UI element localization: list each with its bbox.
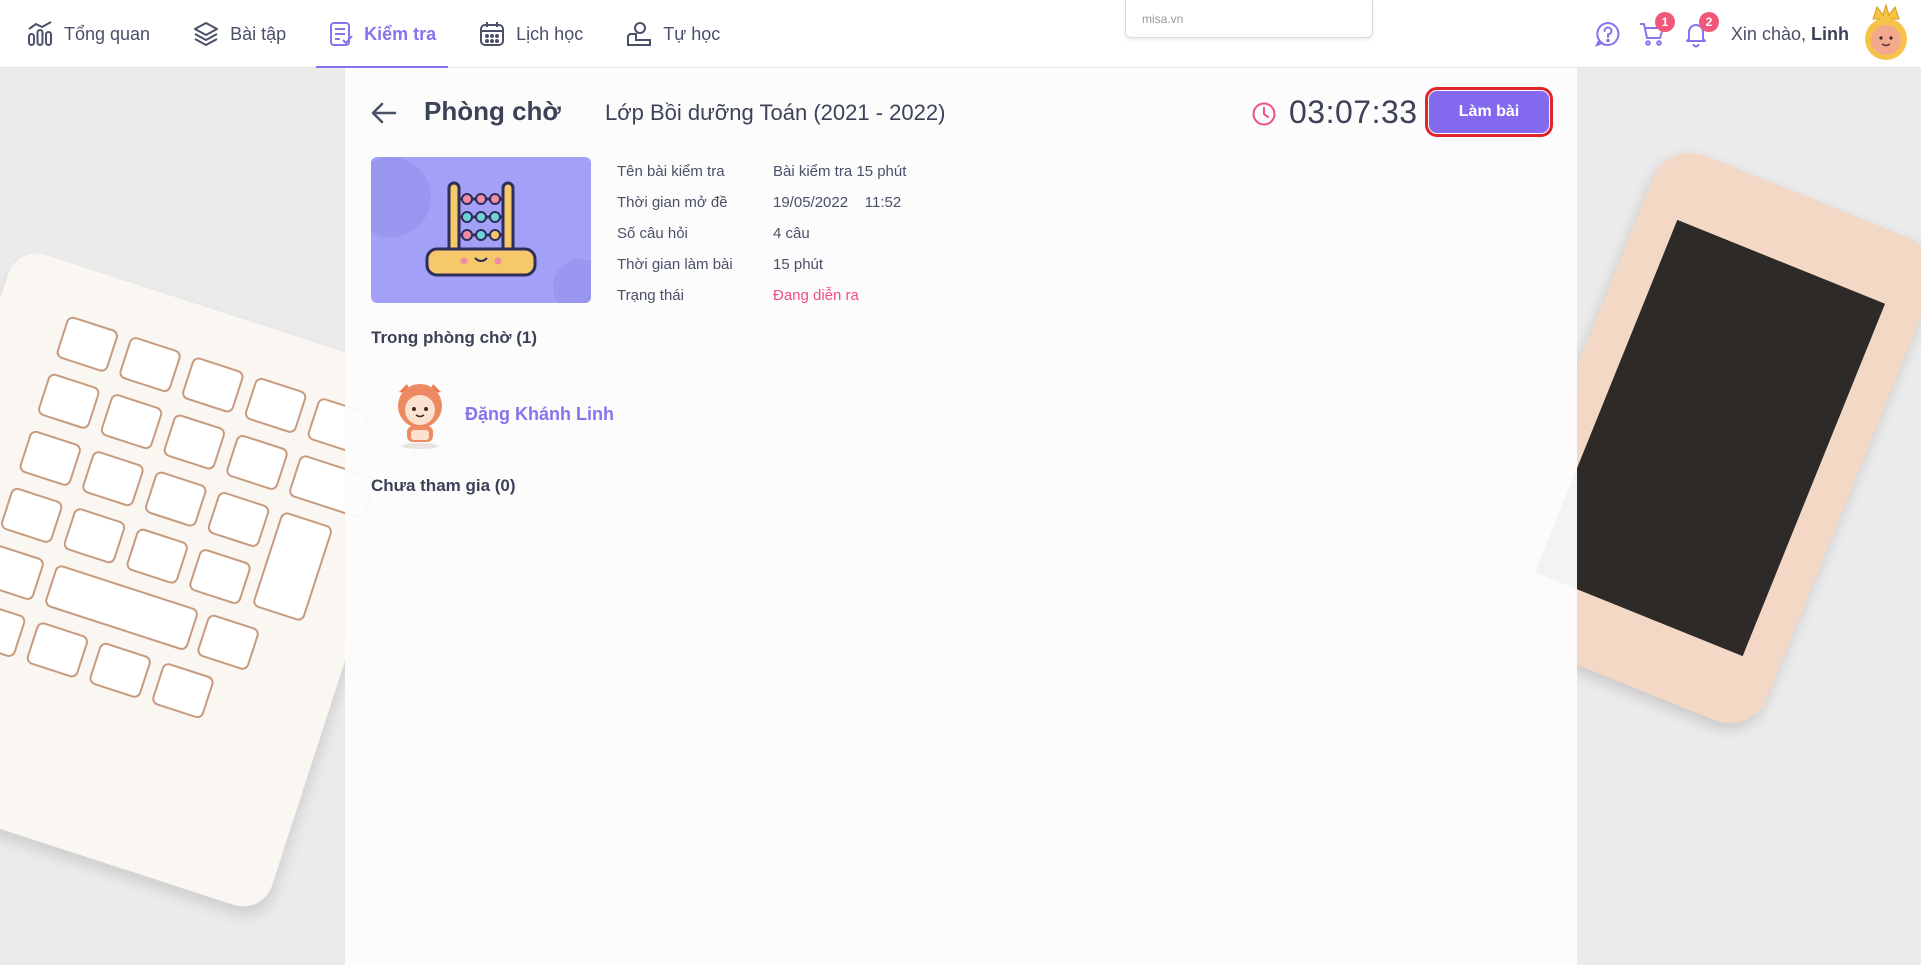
waiting-section-title: Trong phòng chờ (1) — [371, 328, 538, 347]
nav-item-tu-hoc[interactable]: Tự học — [613, 0, 732, 68]
arrow-left-icon — [371, 102, 397, 124]
help-button[interactable] — [1593, 19, 1623, 49]
cart-count-badge: 1 — [1654, 12, 1675, 32]
help-icon — [1594, 21, 1620, 47]
status-value: Đang diễn ra — [773, 287, 859, 304]
info-row-open-time: Thời gian mở đề 19/05/2022 11:52 — [617, 187, 906, 218]
cart-button[interactable]: 1 — [1637, 12, 1675, 49]
class-name: Lớp Bồi dưỡng Toán (2021 - 2022) — [605, 100, 946, 125]
countdown-timer: 03:07:33 — [1289, 94, 1418, 130]
user-avatar[interactable] — [1859, 0, 1913, 68]
info-row-duration: Thời gian làm bài 15 phút — [617, 249, 906, 280]
room-header: Phòng chờ Lớp Bồi dưỡng Toán (2021 - 202… — [345, 68, 1577, 158]
nav-label: Kiểm tra — [364, 23, 437, 44]
header-tools: 1 2 Xin chào, Linh — [1593, 0, 1921, 68]
info-label: Thời gian làm bài — [617, 256, 733, 273]
avatar-icon — [1865, 3, 1907, 60]
calendar-icon — [480, 22, 505, 46]
student-avatar-icon — [398, 384, 442, 449]
member-name[interactable]: Đặng Khánh Linh — [465, 404, 614, 425]
waiting-room-panel: Phòng chờ Lớp Bồi dưỡng Toán (2021 - 202… — [345, 68, 1577, 965]
test-thumbnail — [371, 157, 591, 303]
user-name: Linh — [1811, 23, 1849, 44]
main-nav: Tổng quan Bài tập Kiểm tra Lịch học Tự h… — [14, 0, 750, 68]
info-label: Tên bài kiểm tra — [617, 163, 725, 180]
layers-icon — [194, 22, 219, 46]
greeting-text: Xin chào, — [1730, 23, 1806, 44]
nav-label: Bài tập — [230, 23, 287, 44]
info-label: Số câu hỏi — [617, 225, 688, 242]
info-row-question-count: Số câu hỏi 4 câu — [617, 218, 906, 249]
not-joined-section-title: Chưa tham gia (0) — [371, 476, 516, 495]
nav-item-lich-hoc[interactable]: Lịch học — [466, 0, 595, 68]
nav-item-kiem-tra[interactable]: Kiểm tra — [316, 0, 449, 68]
info-value: 4 câu — [773, 225, 810, 242]
info-value: 15 phút — [773, 256, 824, 273]
info-row-test-name: Tên bài kiểm tra Bài kiểm tra 15 phút — [617, 156, 906, 187]
info-label: Thời gian mở đề — [617, 194, 728, 211]
back-button[interactable] — [369, 100, 399, 126]
top-navigation-bar: Tổng quan Bài tập Kiểm tra Lịch học Tự h… — [0, 0, 1921, 68]
test-icon — [330, 22, 353, 46]
info-value: 19/05/2022 11:52 — [773, 194, 902, 211]
info-label: Trạng thái — [617, 287, 684, 304]
nav-item-bai-tap[interactable]: Bài tập — [180, 0, 298, 68]
clock-icon — [1251, 101, 1277, 127]
notification-button[interactable]: 2 — [1681, 12, 1719, 49]
nav-item-tong-quan[interactable]: Tổng quan — [14, 0, 162, 68]
nav-label: Lịch học — [516, 23, 584, 44]
nav-label: Tổng quan — [64, 23, 151, 44]
info-value: Bài kiểm tra 15 phút — [773, 163, 907, 180]
test-info-table: Tên bài kiểm tra Bài kiểm tra 15 phút Th… — [617, 156, 906, 311]
browser-url-hint: misa.vn — [1125, 0, 1373, 38]
nav-label: Tự học — [663, 23, 721, 44]
start-test-button[interactable]: Làm bài — [1425, 87, 1553, 137]
self-study-icon — [627, 22, 652, 46]
abacus-icon — [371, 157, 591, 303]
notification-count-badge: 2 — [1698, 12, 1719, 32]
user-greeting: Xin chào, Linh — [1731, 24, 1849, 45]
info-row-status: Trạng thái Đang diễn ra — [617, 280, 906, 311]
page-title: Phòng chờ — [424, 96, 561, 126]
chart-icon — [28, 21, 52, 46]
member-item[interactable]: Đặng Khánh Linh — [387, 378, 614, 450]
